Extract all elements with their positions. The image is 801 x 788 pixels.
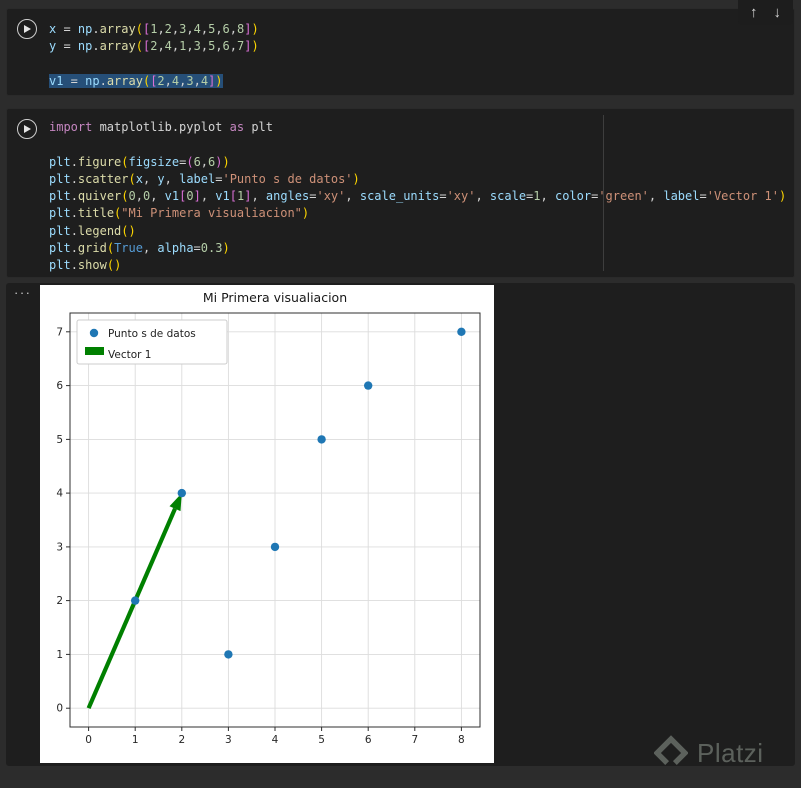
code-cell-2: import matplotlib.pyplot as plt plt.figu… xyxy=(6,108,795,278)
svg-text:6: 6 xyxy=(56,380,63,392)
svg-text:0: 0 xyxy=(56,703,63,715)
platzi-watermark: Platzi xyxy=(654,734,764,772)
svg-text:0: 0 xyxy=(85,734,92,746)
run-cell-1-button[interactable] xyxy=(17,19,37,39)
run-cell-2-button[interactable] xyxy=(17,119,37,139)
svg-text:2: 2 xyxy=(178,734,185,746)
svg-text:Punto s de datos: Punto s de datos xyxy=(108,328,196,340)
svg-text:2: 2 xyxy=(56,595,63,607)
svg-text:4: 4 xyxy=(272,734,279,746)
plot-figure: 0 1 2 3 4 5 6 7 8 0 1 2 3 4 5 6 7 Mi Primera visualiacion… xyxy=(40,285,494,763)
svg-text:8: 8 xyxy=(458,734,465,746)
cell-toolbar: ↑ ↓ xyxy=(738,0,793,25)
svg-text:7: 7 xyxy=(56,326,63,338)
code-lines-1[interactable]: x = np.array([1,2,3,4,5,6,8]) y = np.arra… xyxy=(49,9,794,90)
svg-text:1: 1 xyxy=(132,734,139,746)
play-icon xyxy=(24,24,31,33)
svg-text:3: 3 xyxy=(225,734,232,746)
play-icon xyxy=(24,124,31,133)
watermark-text: Platzi xyxy=(697,737,764,768)
platzi-logo-icon xyxy=(654,735,688,765)
svg-text:5: 5 xyxy=(56,434,63,446)
output-cell: ··· 0 1 2 3 4 5 6 7 8 0 1 2 3 4 5 6 7 Mi Primera visualia… xyxy=(6,283,795,766)
svg-text:Mi Primera visualiacion: Mi Primera visualiacion xyxy=(203,290,347,305)
move-cell-up-button[interactable]: ↑ xyxy=(750,5,758,20)
code-lines-2[interactable]: import matplotlib.pyplot as plt plt.figu… xyxy=(49,109,794,275)
svg-text:6: 6 xyxy=(365,734,372,746)
svg-text:1: 1 xyxy=(56,649,63,661)
svg-text:Vector 1: Vector 1 xyxy=(108,349,151,361)
svg-text:3: 3 xyxy=(56,541,63,553)
move-cell-down-button[interactable]: ↓ xyxy=(774,5,782,20)
svg-text:7: 7 xyxy=(411,734,418,746)
svg-text:5: 5 xyxy=(318,734,325,746)
svg-text:4: 4 xyxy=(56,488,63,500)
output-menu-button[interactable]: ··· xyxy=(14,285,32,300)
code-cell-1: x = np.array([1,2,3,4,5,6,8]) y = np.arra… xyxy=(6,8,795,96)
